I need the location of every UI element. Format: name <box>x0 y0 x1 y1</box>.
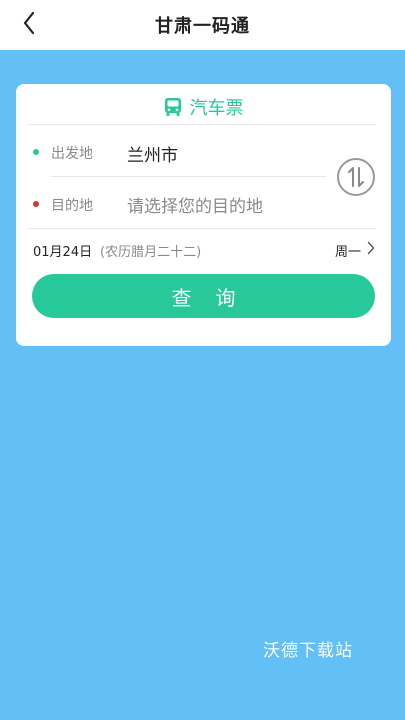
watermark-text: 沃德下载站 <box>263 641 353 661</box>
bus-icon <box>164 98 181 116</box>
date-divider <box>28 228 376 229</box>
departure-date: 01月24日 <box>33 245 93 260</box>
page-title: 甘肃一码通 <box>155 16 250 37</box>
header-divider <box>28 124 376 125</box>
ticket-search-card: 汽车票 出发地 兰州市 目的地 请选择您的目的地 01月24日 (农历腊月二十二… <box>16 84 391 346</box>
destination-placeholder: 请选择您的目的地 <box>127 197 263 217</box>
origin-dot <box>33 149 39 155</box>
origin-row[interactable]: 出发地 兰州市 <box>16 128 326 174</box>
origin-value: 兰州市 <box>127 146 178 166</box>
app-header: 甘肃一码通 <box>0 0 405 50</box>
search-button[interactable]: 查询 <box>32 274 375 318</box>
ticket-type-tab[interactable]: 汽车票 <box>16 88 391 126</box>
swap-button[interactable] <box>337 158 375 196</box>
swap-arrows-icon <box>348 167 364 187</box>
route-divider <box>51 176 326 177</box>
weekday-label: 周一 <box>335 245 362 260</box>
chevron-right-icon <box>367 241 375 255</box>
lunar-date: (农历腊月二十二) <box>100 245 202 260</box>
destination-dot <box>33 201 39 207</box>
destination-row[interactable]: 目的地 请选择您的目的地 <box>16 180 326 226</box>
destination-label: 目的地 <box>51 198 93 214</box>
ticket-type-label: 汽车票 <box>189 98 244 119</box>
origin-label: 出发地 <box>51 146 93 162</box>
